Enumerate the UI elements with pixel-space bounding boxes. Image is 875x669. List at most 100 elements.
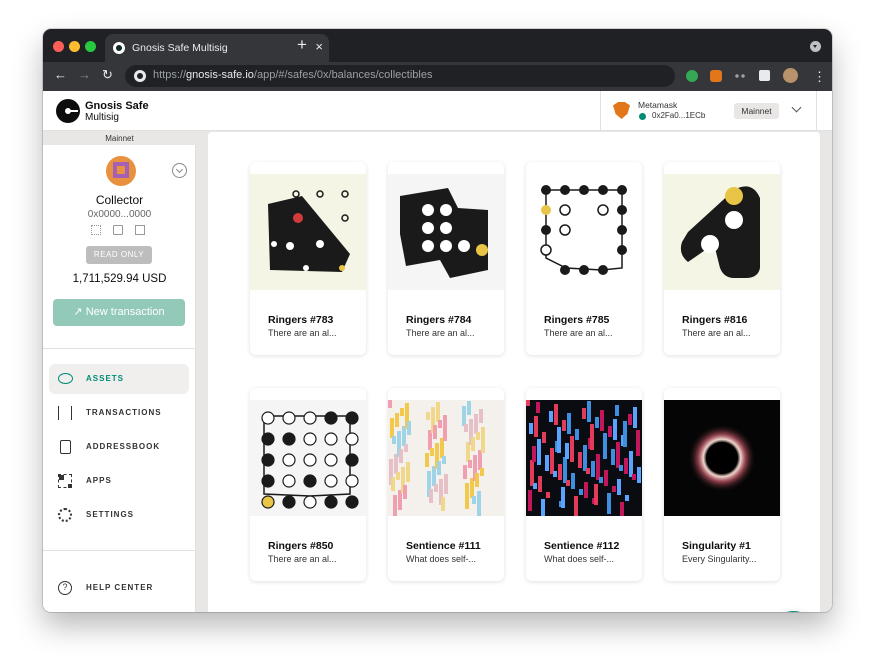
collectible-title: Ringers #850 xyxy=(268,540,334,552)
tab-close-icon[interactable]: × xyxy=(315,39,323,54)
collectible-description: What does self-... xyxy=(406,554,477,564)
collectible-image xyxy=(526,400,642,516)
back-button[interactable]: ← xyxy=(54,67,67,82)
close-window-button[interactable] xyxy=(53,41,64,52)
metamask-extension-icon[interactable] xyxy=(710,70,722,82)
collectible-image xyxy=(526,174,642,290)
safe-balance: 1,711,529.94 USD xyxy=(72,273,167,285)
collectible-title: Ringers #816 xyxy=(682,314,748,326)
collectible-title: Sentience #112 xyxy=(544,540,620,552)
sidebar-divider xyxy=(43,348,196,349)
safe-address: 0x0000...0000 xyxy=(87,209,152,220)
tab-strip: Gnosis Safe Multisig × + xyxy=(43,29,832,62)
app-header: Gnosis Safe Multisig Metamask 0x2Fa0...1… xyxy=(43,91,832,131)
chevron-down-icon[interactable] xyxy=(791,102,802,113)
sidebar-item-label: ADDRESSBOOK xyxy=(86,442,161,451)
url-path: /app/#/safes/0x/balances/collectibles xyxy=(253,69,433,81)
external-link-icon[interactable] xyxy=(135,225,145,235)
profile-avatar[interactable] xyxy=(783,68,798,83)
collectible-description: What does self-... xyxy=(544,554,615,564)
sidebar-item-label: ASSETS xyxy=(86,374,125,383)
wallet-address: 0x2Fa0...1ECb xyxy=(652,111,706,120)
assets-icon xyxy=(58,373,73,384)
collectible-card[interactable]: Ringers #785 There are an al... xyxy=(526,162,642,355)
collectible-card[interactable]: Sentience #111 What does self-... xyxy=(388,388,504,581)
collectible-title: Ringers #785 xyxy=(544,314,610,326)
collectible-title: Sentience #111 xyxy=(406,540,481,552)
tab-search-icon[interactable] xyxy=(810,41,821,52)
collectible-description: There are an al... xyxy=(544,328,613,338)
sidebar-item-label: TRANSACTIONS xyxy=(86,408,162,417)
collectible-image xyxy=(250,174,366,290)
help-icon: ? xyxy=(58,581,72,595)
safe-list-toggle-icon[interactable] xyxy=(172,163,187,178)
qr-code-icon[interactable] xyxy=(91,225,101,235)
sidebar-item-help-center[interactable]: ? HELP CENTER xyxy=(49,573,189,603)
url-scheme: https:// xyxy=(153,69,187,81)
collectible-image xyxy=(388,400,504,516)
collectible-description: There are an al... xyxy=(268,328,337,338)
collectible-image xyxy=(664,174,780,290)
new-tab-button[interactable]: + xyxy=(297,35,307,55)
collectibles-grid: Ringers #783 There are an al... Ringers #… xyxy=(208,132,820,612)
copy-icon[interactable] xyxy=(113,225,123,235)
sidebar-item-transactions[interactable]: TRANSACTIONS xyxy=(49,398,189,428)
collectible-card[interactable]: Ringers #784 There are an al... xyxy=(388,162,504,355)
collectible-card[interactable]: Ringers #783 There are an al... xyxy=(250,162,366,355)
browser-tab[interactable]: Gnosis Safe Multisig × xyxy=(105,34,329,62)
safe-identicon xyxy=(106,156,136,186)
collectible-title: Ringers #783 xyxy=(268,314,334,326)
maximize-window-button[interactable] xyxy=(85,41,96,52)
wallet-provider: Metamask xyxy=(638,100,678,110)
sidebar-item-label: SETTINGS xyxy=(86,510,135,519)
sidebar-item-apps[interactable]: APPS xyxy=(49,466,189,496)
sidebar: Mainnet Collector 0x0000...0000 READ ONL… xyxy=(43,132,196,612)
logo-subtitle: Multisig xyxy=(85,112,119,123)
apps-icon xyxy=(58,474,72,488)
gnosis-favicon-icon xyxy=(113,42,125,54)
logo-name: Gnosis Safe xyxy=(85,100,149,112)
network-badge: Mainnet xyxy=(734,103,779,119)
sidebar-divider xyxy=(43,550,196,551)
collectible-card[interactable]: Ringers #850 There are an al... xyxy=(250,388,366,581)
browser-window: Gnosis Safe Multisig × + ← → ↻ https://g… xyxy=(43,29,832,612)
sidebar-item-addressbook[interactable]: ADDRESSBOOK xyxy=(49,432,189,462)
gnosis-logo-icon[interactable] xyxy=(56,99,80,123)
collectible-description: There are an al... xyxy=(268,554,337,564)
safe-actions xyxy=(91,225,151,237)
sidebar-item-assets[interactable]: ASSETS xyxy=(49,364,189,394)
settings-gear-icon xyxy=(58,508,72,522)
sidebar-item-label: APPS xyxy=(86,476,112,485)
minimize-window-button[interactable] xyxy=(69,41,80,52)
site-info-icon[interactable] xyxy=(134,70,146,82)
collectible-card[interactable]: Singularity #1 Every Singularity... xyxy=(664,388,780,581)
collectible-image xyxy=(664,400,780,516)
collectible-description: Every Singularity... xyxy=(682,554,757,564)
collectible-description: There are an al... xyxy=(406,328,475,338)
reload-button[interactable]: ↻ xyxy=(102,67,113,83)
extension-dots-icon[interactable] xyxy=(735,74,745,78)
new-transaction-button[interactable]: ↗ New transaction xyxy=(53,299,185,326)
address-bar[interactable]: https://gnosis-safe.io/app/#/safes/0x/ba… xyxy=(125,65,675,87)
wallet-connector[interactable]: Metamask 0x2Fa0...1ECb Mainnet xyxy=(600,91,817,131)
transactions-icon xyxy=(58,406,72,420)
connected-status-icon xyxy=(639,113,646,120)
sidebar-item-settings[interactable]: SETTINGS xyxy=(49,500,189,530)
addressbook-icon xyxy=(60,440,71,454)
extension-green-icon[interactable] xyxy=(686,70,698,82)
forward-button[interactable]: → xyxy=(78,67,91,82)
collectible-image xyxy=(388,174,504,290)
collectible-image xyxy=(250,400,366,516)
chrome-menu-icon[interactable]: ⋮ xyxy=(813,69,826,85)
read-only-badge: READ ONLY xyxy=(86,246,152,264)
url-text: https://gnosis-safe.io/app/#/safes/0x/ba… xyxy=(153,69,432,81)
extensions-puzzle-icon[interactable] xyxy=(759,70,770,81)
collectible-card[interactable]: Ringers #816 There are an al... xyxy=(664,162,780,355)
metamask-fox-icon xyxy=(613,102,630,119)
url-host: gnosis-safe.io xyxy=(186,69,254,81)
collectible-title: Singularity #1 xyxy=(682,540,751,552)
app-page: Gnosis Safe Multisig Metamask 0x2Fa0...1… xyxy=(43,91,832,612)
collectible-card[interactable]: Sentience #112 What does self-... xyxy=(526,388,642,581)
collectible-description: There are an al... xyxy=(682,328,751,338)
collectible-title: Ringers #784 xyxy=(406,314,472,326)
